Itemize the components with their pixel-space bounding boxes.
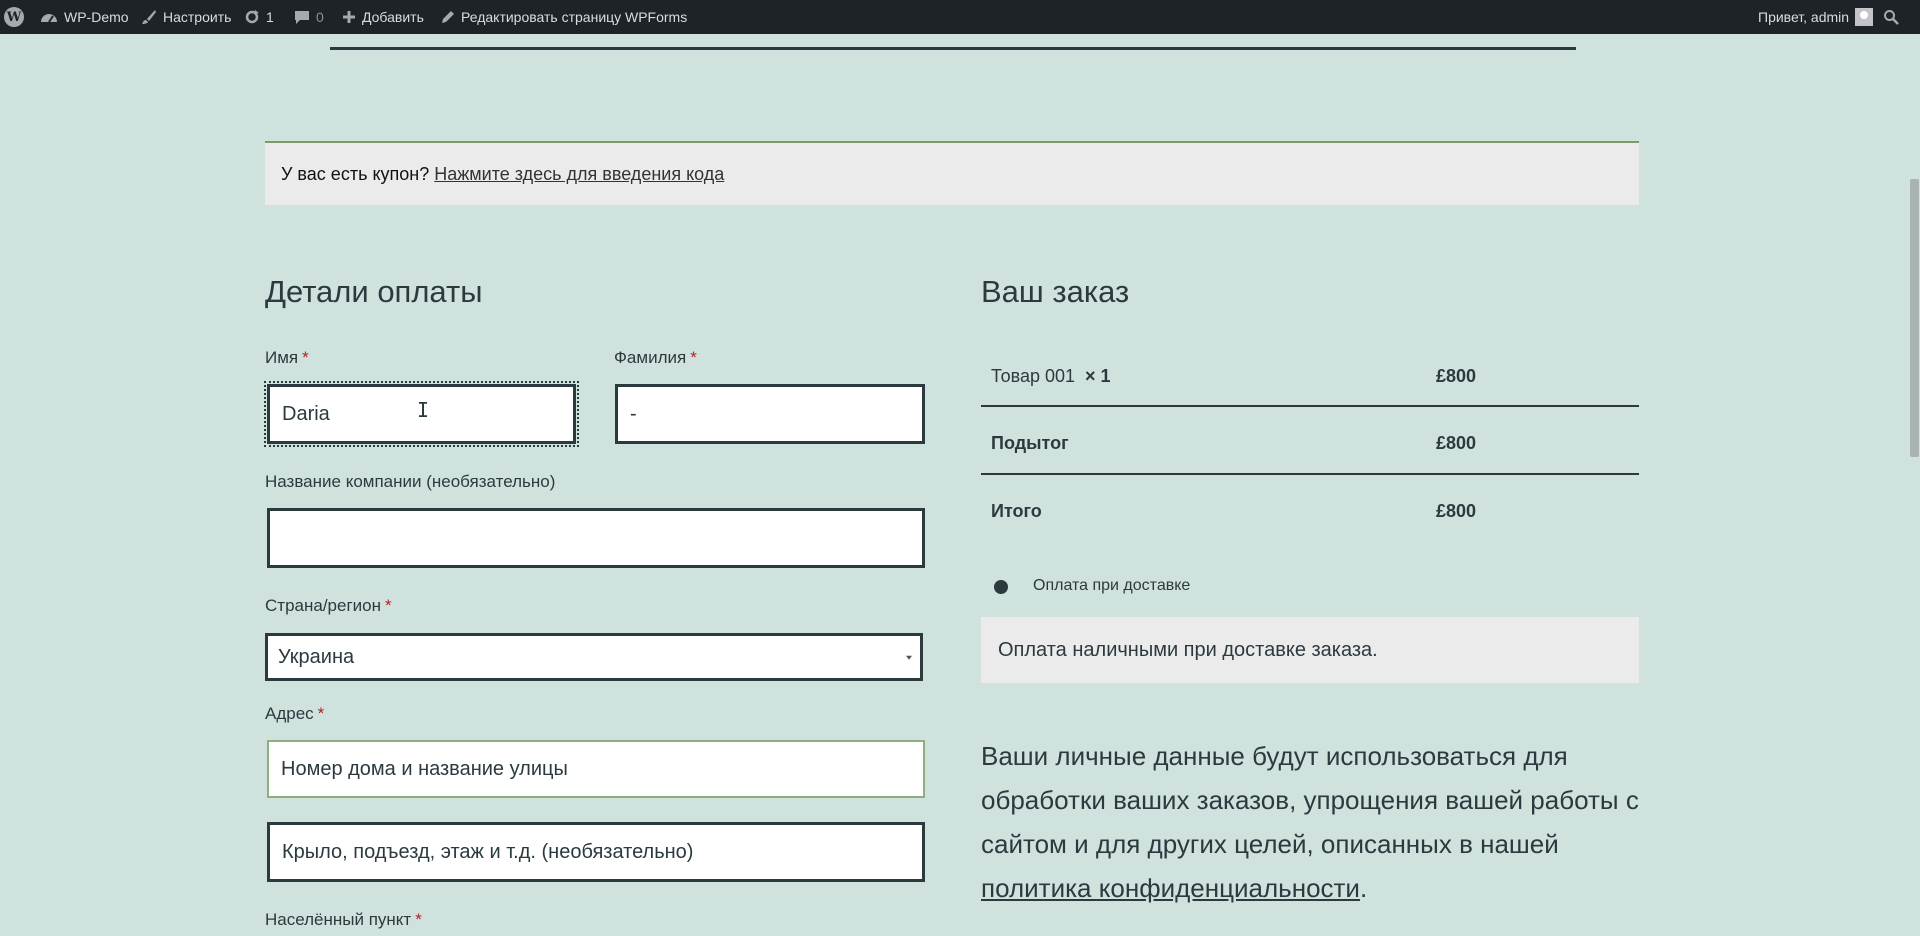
order-item-name: Товар 001 × 1 xyxy=(991,366,1111,387)
last-name-value: - xyxy=(630,402,637,425)
add-new-label: Добавить xyxy=(362,9,424,25)
coupon-notice: У вас есть купон? Нажмите здесь для введ… xyxy=(265,141,1639,205)
pencil-icon xyxy=(441,10,455,24)
last-name-label: Фамилия * xyxy=(614,348,697,368)
privacy-end: . xyxy=(1359,873,1368,903)
customize-label: Настроить xyxy=(163,9,232,25)
address-line1-input[interactable]: Номер дома и название улицы xyxy=(267,740,925,798)
order-item-price: £800 xyxy=(1436,366,1477,386)
wordpress-icon: W xyxy=(4,7,24,27)
comment-icon xyxy=(294,9,310,25)
coupon-link[interactable]: Нажмите здесь для введения кода xyxy=(434,164,724,185)
total-label: Итого xyxy=(991,501,1042,521)
updates-menu[interactable]: 1 xyxy=(244,0,274,34)
wpforms-label: WPForms xyxy=(625,9,688,25)
country-label: Страна/регион * xyxy=(265,596,392,616)
payment-description: Оплата наличными при доставке заказа. xyxy=(998,638,1378,661)
comments-menu[interactable]: 0 xyxy=(294,0,324,34)
my-account-menu[interactable]: Привет, admin xyxy=(1758,0,1874,34)
text-cursor-icon: I xyxy=(417,398,430,422)
required-mark: * xyxy=(415,910,422,929)
address-line2-placeholder: Крыло, подъезд, этаж и т.д. (необязатель… xyxy=(282,840,694,863)
city-label: Населённый пункт * xyxy=(265,910,422,930)
first-name-value: Daria xyxy=(282,402,330,425)
first-name-label: Имя * xyxy=(265,348,309,368)
edit-page-menu[interactable]: Редактировать страницу xyxy=(441,0,621,34)
chevron-down-icon xyxy=(906,655,912,660)
order-divider xyxy=(981,473,1639,475)
privacy-notice: Ваши личные данные будут использоваться … xyxy=(981,734,1661,910)
required-mark: * xyxy=(385,596,392,615)
address-line1-placeholder: Номер дома и название улицы xyxy=(281,757,568,780)
wpforms-menu[interactable]: WPForms xyxy=(625,0,687,34)
last-name-input[interactable]: - xyxy=(615,384,925,444)
site-name-menu[interactable]: WP-Demo xyxy=(40,0,129,34)
plus-icon xyxy=(342,10,356,24)
address-line2-input[interactable]: Крыло, подъезд, этаж и т.д. (необязатель… xyxy=(267,822,925,882)
payment-description-box: Оплата наличными при доставке заказа. xyxy=(981,617,1639,683)
wordpress-logo-menu[interactable]: W xyxy=(4,0,24,34)
greeting: Привет, admin xyxy=(1758,9,1850,25)
last-name-label-text: Фамилия xyxy=(614,348,687,367)
search-menu[interactable] xyxy=(1883,0,1899,34)
customize-menu[interactable]: Настроить xyxy=(141,0,231,34)
address-label-text: Адрес xyxy=(265,704,314,723)
subtotal-value: £800 xyxy=(1436,433,1477,453)
item-name: Товар 001 xyxy=(991,366,1076,386)
billing-title: Детали оплаты xyxy=(265,274,483,309)
header-divider xyxy=(330,47,1576,50)
subtotal-label: Подытог xyxy=(991,433,1069,453)
coupon-text: У вас есть купон? xyxy=(281,163,430,184)
first-name-label-text: Имя xyxy=(265,348,299,367)
page-scrollbar[interactable] xyxy=(1909,34,1920,936)
updates-count: 1 xyxy=(266,9,274,25)
country-label-text: Страна/регион xyxy=(265,596,381,615)
required-mark: * xyxy=(317,704,325,723)
total-value: £800 xyxy=(1436,501,1477,521)
avatar xyxy=(1855,8,1874,26)
country-select[interactable]: Украина xyxy=(265,633,923,681)
add-new-menu[interactable]: Добавить xyxy=(342,0,424,34)
site-name: WP-Demo xyxy=(64,9,129,25)
privacy-policy-link[interactable]: политика конфиденциальности xyxy=(981,873,1360,903)
scrollbar-thumb[interactable] xyxy=(1910,179,1919,457)
admin-bar: W WP-Demo Настроить 1 0 Добавить Редакти… xyxy=(0,0,1920,34)
dashboard-icon xyxy=(40,10,58,24)
brush-icon xyxy=(141,9,157,25)
search-icon xyxy=(1883,9,1899,25)
address-label: Адрес * xyxy=(265,704,324,724)
country-value: Украина xyxy=(278,645,355,668)
privacy-text: Ваши личные данные будут использоваться … xyxy=(981,741,1639,859)
order-divider xyxy=(981,405,1639,407)
comments-count: 0 xyxy=(316,9,324,25)
company-label: Название компании (необязательно) xyxy=(265,472,556,491)
item-qty: × 1 xyxy=(1085,366,1111,386)
updates-icon xyxy=(244,9,260,25)
required-mark: * xyxy=(302,348,309,367)
city-label-text: Населённый пункт xyxy=(265,910,412,929)
payment-radio-cod[interactable] xyxy=(994,580,1008,594)
required-mark: * xyxy=(690,348,697,367)
edit-page-label: Редактировать страницу xyxy=(461,9,622,25)
company-input[interactable] xyxy=(267,508,925,568)
order-title: Ваш заказ xyxy=(981,274,1130,309)
payment-method-label[interactable]: Оплата при доставке xyxy=(1033,577,1190,595)
